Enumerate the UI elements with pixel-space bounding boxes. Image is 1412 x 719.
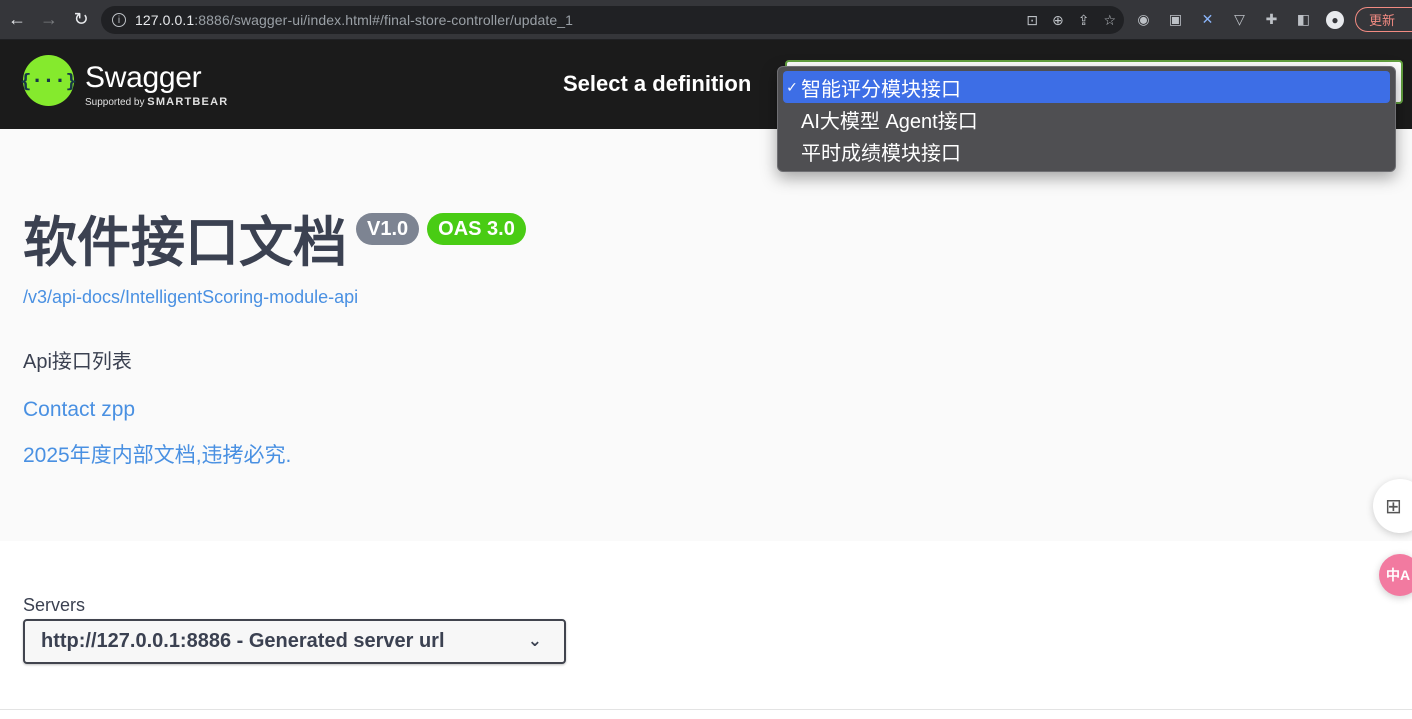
servers-label: Servers <box>23 595 86 615</box>
definition-option[interactable]: AI大模型 Agent接口 <box>783 103 1390 135</box>
contact-link[interactable]: Contact zpp <box>23 398 135 422</box>
logo-title: Swagger <box>85 61 202 94</box>
definition-option[interactable]: 平时成绩模块接口 <box>783 135 1390 167</box>
chevron-down-icon: ⌄ <box>527 631 542 650</box>
extension-b-icon[interactable]: ▣ <box>1166 10 1185 29</box>
translate-icon[interactable]: ⊡ <box>1026 12 1038 29</box>
servers-selected-value: http://127.0.0.1:8886 - Generated server… <box>41 630 445 652</box>
update-button[interactable]: 更新 <box>1355 7 1412 32</box>
license-link[interactable]: 2025年度内部文档,违拷必究. <box>23 439 291 469</box>
api-title: 软件接口文档 <box>23 213 347 273</box>
apps-grid-icon: ⊞ <box>1385 495 1402 518</box>
check-icon: ✓ <box>786 78 798 95</box>
translate-float-button[interactable]: 中A <box>1379 554 1412 596</box>
translate-icon: 中A <box>1386 567 1411 583</box>
logo-subtitle: Supported by SMARTBEAR <box>85 96 229 108</box>
address-bar[interactable]: i 127.0.0.1:8886/swagger-ui/index.html#/… <box>101 6 1124 34</box>
swagger-logo[interactable]: {···} Swagger Supported by SMARTBEAR <box>20 55 229 108</box>
definition-option[interactable]: ✓ 智能评分模块接口 <box>783 71 1390 103</box>
spec-url-link[interactable]: /v3/api-docs/IntelligentScoring-module-a… <box>23 287 358 308</box>
star-icon[interactable]: ☆ <box>1103 12 1116 29</box>
puzzle-icon[interactable]: ✚ <box>1262 10 1281 29</box>
share-icon[interactable]: ⇪ <box>1078 12 1090 29</box>
site-info-icon[interactable]: i <box>112 13 126 27</box>
api-description: Api接口列表 <box>23 351 132 373</box>
swagger-logo-icon: {···} <box>20 55 77 106</box>
reload-icon[interactable]: ↻ <box>70 9 92 31</box>
oas-badge: OAS 3.0 <box>427 213 526 245</box>
servers-select[interactable]: http://127.0.0.1:8886 - Generated server… <box>23 619 566 664</box>
zoom-icon[interactable]: ⊕ <box>1052 12 1064 29</box>
browser-toolbar: ← → ↻ i 127.0.0.1:8886/swagger-ui/index.… <box>0 0 1412 40</box>
definition-select-label: Select a definition <box>563 71 752 96</box>
extension-a-icon[interactable]: ◉ <box>1134 10 1153 29</box>
api-info: 软件接口文档 V1.0 OAS 3.0 /v3/api-docs/Intelli… <box>0 129 1412 541</box>
url-text[interactable]: 127.0.0.1:8886/swagger-ui/index.html#/fi… <box>135 12 573 28</box>
version-badge: V1.0 <box>356 213 420 245</box>
vue-icon[interactable]: ▽ <box>1230 10 1249 29</box>
divider <box>0 709 1412 710</box>
definition-dropdown-menu: ✓ 智能评分模块接口 AI大模型 Agent接口 平时成绩模块接口 <box>777 66 1396 172</box>
sidepanel-icon[interactable]: ◧ <box>1294 10 1313 29</box>
profile-icon[interactable]: ● <box>1326 10 1344 29</box>
back-icon[interactable]: ← <box>6 9 28 31</box>
forward-icon[interactable]: → <box>38 9 60 31</box>
extension-x-icon[interactable]: ✕ <box>1198 10 1217 29</box>
